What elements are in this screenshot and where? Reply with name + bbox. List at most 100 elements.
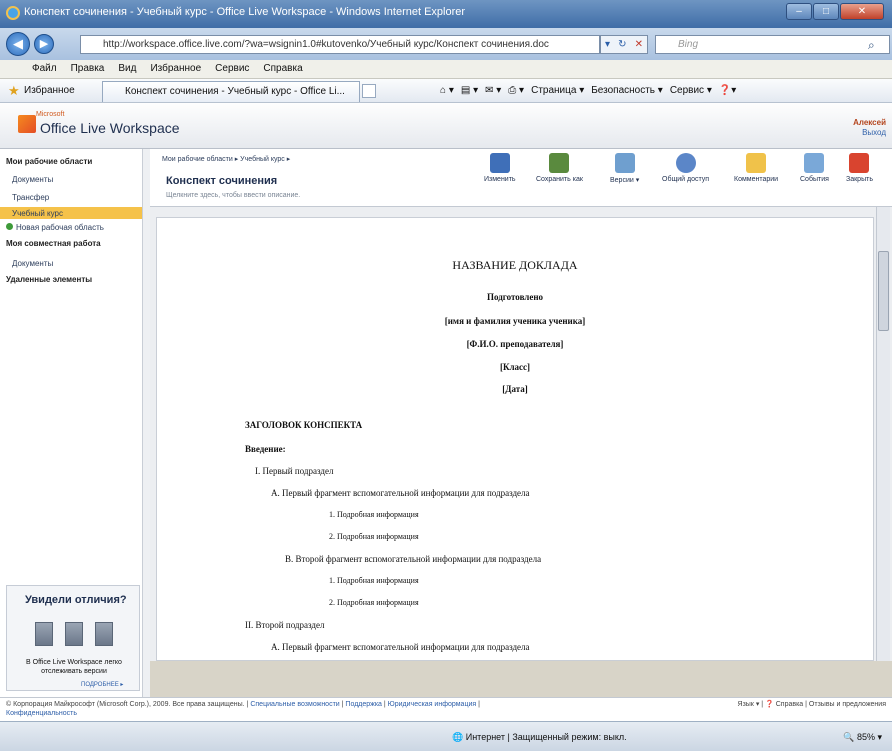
sidebar-section-my-workspaces[interactable]: Мои рабочие области xyxy=(6,157,92,166)
compat-view-icon[interactable]: ▾ xyxy=(605,39,610,50)
address-buttons: ▾ ↻ ✕ xyxy=(600,35,648,54)
command-bar: ⌂ ▾ ▤ ▾ ✉ ▾ ⎙ ▾ Страница ▾ Безопасность … xyxy=(440,85,736,96)
menu-file[interactable]: Файл xyxy=(32,63,57,78)
footer-link-legal[interactable]: Юридическая информация xyxy=(388,701,477,708)
page-menu[interactable]: Страница ▾ xyxy=(531,85,584,96)
close-window-button[interactable]: ✕ xyxy=(840,3,884,20)
doc-student: [имя и фамилия ученика ученика] xyxy=(444,316,586,326)
zoom-control[interactable]: 🔍 85% ▾ xyxy=(843,732,882,743)
doc-outline-title: ЗАГОЛОВОК КОНСПЕКТА xyxy=(245,420,363,430)
events-button[interactable]: События xyxy=(800,153,829,183)
document-page[interactable]: НАЗВАНИЕ ДОКЛАДА Подготовлено [имя и фам… xyxy=(156,217,874,661)
language-menu[interactable]: Язык ▾ xyxy=(738,701,760,708)
comments-button[interactable]: Комментарии xyxy=(734,153,778,183)
versions-button[interactable]: Версии ▾ xyxy=(610,153,639,184)
close-label: Закрыть xyxy=(846,176,873,183)
footer-link-privacy[interactable]: Конфиденциальность xyxy=(6,710,77,717)
feedback-link[interactable]: Отзывы и предложения xyxy=(809,701,886,708)
events-label: События xyxy=(800,176,829,183)
breadcrumb[interactable]: Мои рабочие области ▸ Учебный курс ▸ xyxy=(162,155,290,163)
help-icon: ❓ xyxy=(765,701,774,708)
address-row: ◀ ▶ http://workspace.office.live.com/?wa… xyxy=(0,28,892,60)
scrollbar-thumb[interactable] xyxy=(878,251,889,331)
share-label: Общий доступ xyxy=(662,176,710,183)
help-icon[interactable]: ❓▾ xyxy=(719,85,736,96)
browser-tab[interactable]: Конспект сочинения - Учебный курс - Offi… xyxy=(102,81,360,102)
document-title[interactable]: Конспект сочинения xyxy=(166,175,277,187)
menu-edit[interactable]: Правка xyxy=(71,63,105,78)
edit-icon xyxy=(489,153,510,173)
versions-label: Версии ▾ xyxy=(610,177,640,184)
events-icon xyxy=(804,153,825,173)
doc-teacher: [Ф.И.О. преподавателя] xyxy=(466,339,564,349)
document-description[interactable]: Щелкните здесь, чтобы ввести описание. xyxy=(166,192,300,199)
app-title[interactable]: Office Live Workspace xyxy=(40,120,180,136)
back-button[interactable]: ◀ xyxy=(6,32,30,56)
search-input[interactable]: Bing xyxy=(655,35,890,54)
document-scrollbar[interactable] xyxy=(876,207,890,661)
sidebar-item-transfer[interactable]: Трансфер xyxy=(12,193,49,202)
copyright: © Корпорация Майкрософт (Microsoft Corp.… xyxy=(6,701,245,708)
print-icon[interactable]: ⎙ ▾ xyxy=(508,85,524,96)
doc-prepared: Подготовлено xyxy=(486,292,544,302)
feeds-icon[interactable]: ▤ ▾ xyxy=(461,85,478,96)
address-input[interactable]: http://workspace.office.live.com/?wa=wsi… xyxy=(80,35,600,54)
zone-text: Интернет | Защищенный режим: выкл. xyxy=(465,732,627,742)
sidebar-section-deleted[interactable]: Удаленные элементы xyxy=(6,275,92,284)
mail-icon[interactable]: ✉ ▾ xyxy=(485,85,501,96)
new-tab-button[interactable] xyxy=(362,84,376,98)
stop-icon[interactable]: ✕ xyxy=(635,39,643,50)
home-icon[interactable]: ⌂ ▾ xyxy=(440,85,454,96)
sidebar-scrollbar[interactable] xyxy=(142,149,150,697)
promo-text: В Office Live Workspace легко отслеживат… xyxy=(26,659,122,675)
promo-title: Увидели отличия? xyxy=(25,594,127,606)
new-workspace-link[interactable]: Новая рабочая область xyxy=(16,223,104,232)
search-icon[interactable]: ⌕ xyxy=(868,38,875,53)
logout-link[interactable]: Выход xyxy=(853,128,886,138)
document-version-icon xyxy=(65,622,83,646)
user-name[interactable]: Алексей xyxy=(853,118,886,128)
tools-menu[interactable]: Сервис ▾ xyxy=(670,85,712,96)
close-document-button[interactable]: Закрыть xyxy=(846,153,873,183)
favorites-bar: ★ Избранное Конспект сочинения - Учебный… xyxy=(0,79,892,103)
favorites-button[interactable]: Избранное xyxy=(24,85,75,96)
maximize-button[interactable]: □ xyxy=(813,3,839,20)
olw-header: Microsoft Office Live Workspace Алексей … xyxy=(0,103,892,149)
share-button[interactable]: Общий доступ xyxy=(662,153,709,183)
office-logo-icon xyxy=(18,115,36,133)
doc-date: [Дата] xyxy=(502,384,528,394)
safety-menu[interactable]: Безопасность ▾ xyxy=(591,85,663,96)
forward-button[interactable]: ▶ xyxy=(34,34,54,54)
versions-icon xyxy=(614,153,635,173)
help-link[interactable]: Справка xyxy=(776,701,803,708)
footer-link-support[interactable]: Поддержка xyxy=(345,701,382,708)
edit-button[interactable]: Изменить xyxy=(484,153,516,183)
window-controls: – □ ✕ xyxy=(786,3,884,20)
sidebar-section-shared[interactable]: Моя совместная работа xyxy=(6,239,101,248)
menu-favorites[interactable]: Избранное xyxy=(150,63,201,78)
outline-line: 2. Подробная информация xyxy=(329,598,419,607)
document-viewer: НАЗВАНИЕ ДОКЛАДА Подготовлено [имя и фам… xyxy=(150,207,892,661)
sidebar-item-shared-documents[interactable]: Документы xyxy=(12,259,53,268)
menu-help[interactable]: Справка xyxy=(263,63,302,78)
footer-left: © Корпорация Майкрософт (Microsoft Corp.… xyxy=(6,701,480,717)
save-as-button[interactable]: Сохранить как xyxy=(536,153,583,183)
plus-icon xyxy=(6,223,13,230)
sidebar-item-course[interactable]: Учебный курс xyxy=(12,209,63,218)
refresh-icon[interactable]: ↻ xyxy=(618,39,626,50)
zoom-icon: 🔍 xyxy=(843,732,855,742)
favorites-star-icon[interactable]: ★ xyxy=(8,83,20,99)
menu-tools[interactable]: Сервис xyxy=(215,63,249,78)
promo-more-link[interactable]: ПОДРОБНЕЕ ▸ xyxy=(81,681,123,688)
menu-bar: Файл Правка Вид Избранное Сервис Справка xyxy=(0,60,892,79)
sidebar-item-documents[interactable]: Документы xyxy=(12,175,53,184)
doc-title: НАЗВАНИЕ ДОКЛАДА xyxy=(452,258,578,272)
security-zone[interactable]: 🌐 Интернет | Защищенный режим: выкл. xyxy=(452,732,627,743)
menu-view[interactable]: Вид xyxy=(118,63,136,78)
footer-link-accessibility[interactable]: Специальные возможности xyxy=(250,701,339,708)
versions-promo: Увидели отличия? В Office Live Workspace… xyxy=(6,585,140,691)
microsoft-label: Microsoft xyxy=(36,111,65,118)
ie-logo-icon xyxy=(6,6,20,20)
user-area: Алексей Выход xyxy=(853,118,886,138)
minimize-button[interactable]: – xyxy=(786,3,812,20)
